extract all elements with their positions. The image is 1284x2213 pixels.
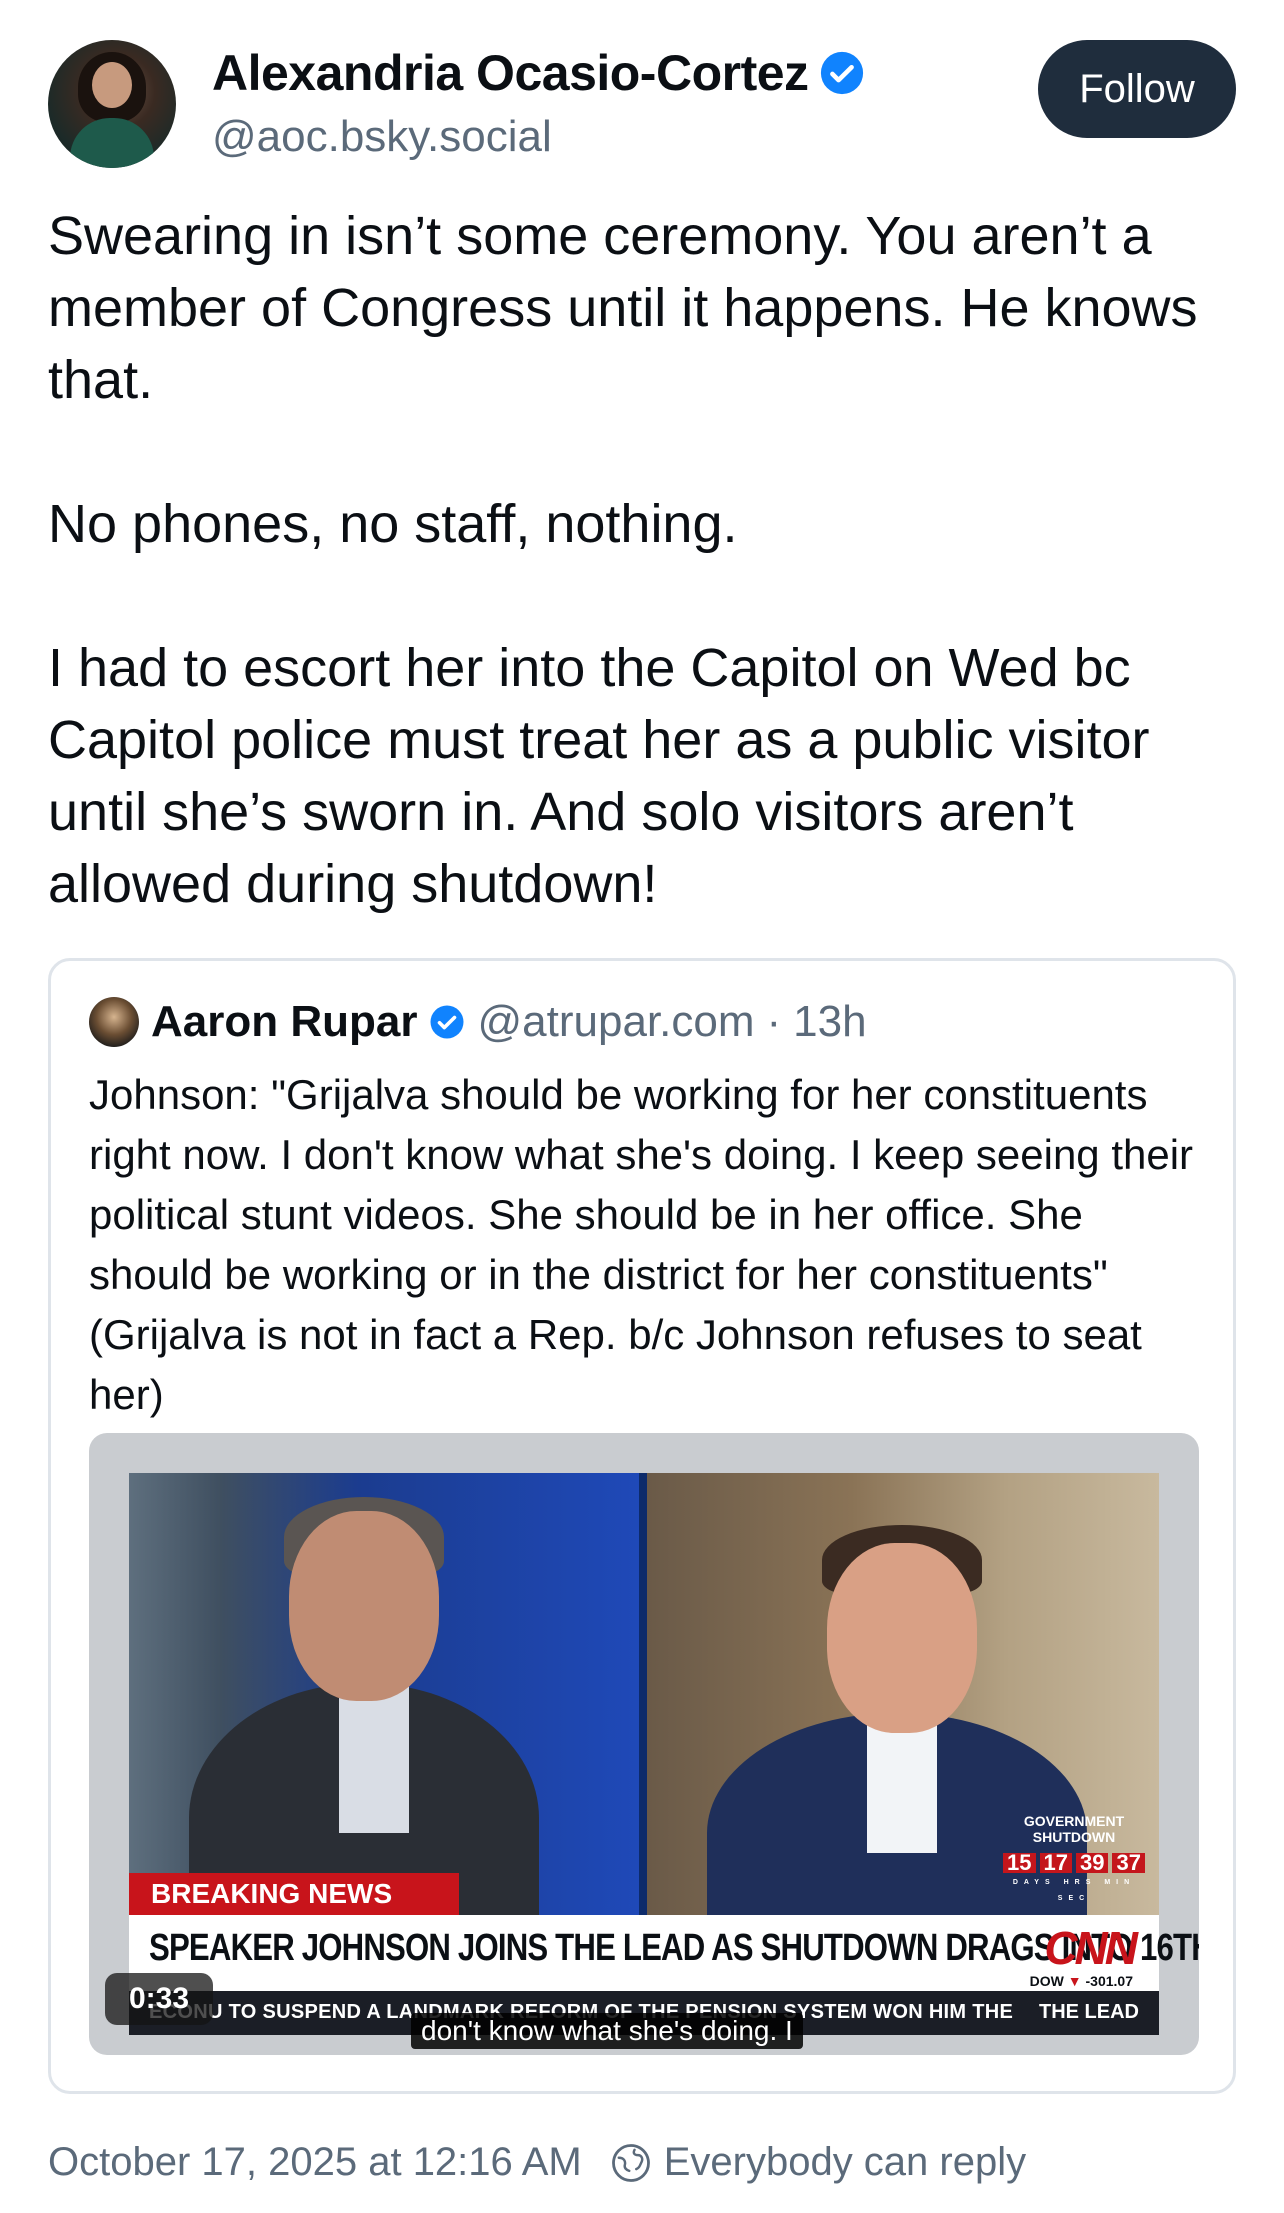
quoted-post[interactable]: Aaron Rupar @atrupar.com · 13h Johnson: … — [48, 958, 1236, 2094]
quote-header: Aaron Rupar @atrupar.com · 13h — [89, 997, 867, 1047]
verified-badge-icon — [430, 1005, 464, 1039]
dow-label: DOW — [1029, 1973, 1064, 1989]
reply-setting[interactable]: Everybody can reply — [664, 2140, 1026, 2185]
chyron-headline: SPEAKER JOHNSON JOINS THE LEAD AS SHUTDO… — [149, 1927, 1199, 1969]
quote-time: 13h — [793, 997, 867, 1046]
post-header: Alexandria Ocasio-Cortez @aoc.bsky.socia… — [48, 40, 1236, 170]
show-name: THE LEAD — [1039, 2001, 1139, 2023]
post-paragraph: I had to escort her into the Capitol on … — [48, 638, 1150, 914]
shutdown-counter: GOVERNMENT SHUTDOWN 15 17 39 37 DAYS HRS… — [1003, 1813, 1145, 1913]
post-paragraph: No phones, no staff, nothing. — [48, 494, 738, 554]
quote-author-name: Aaron Rupar — [151, 997, 418, 1046]
author-name[interactable]: Alexandria Ocasio-Cortez — [212, 44, 809, 102]
quote-separator: · — [766, 997, 782, 1046]
quote-author-avatar — [89, 997, 139, 1047]
chyron: SPEAKER JOHNSON JOINS THE LEAD AS SHUTDO… — [129, 1915, 1199, 1991]
breaking-news-banner: BREAKING NEWS — [129, 1873, 459, 1915]
dow-ticker: DOW ▼ -301.07 — [1030, 1973, 1133, 1989]
globe-icon — [611, 2143, 650, 2182]
video-caption: don't know what she's doing. I — [411, 2013, 803, 2049]
shutdown-days: 15 — [1003, 1852, 1036, 1874]
post-timestamp: October 17, 2025 at 12:16 AM — [48, 2140, 582, 2184]
shutdown-units: DAYS HRS MIN SEC — [1012, 1879, 1136, 1902]
quote-text: Johnson: "Grijalva should be working for… — [89, 1071, 1194, 1418]
post-paragraph: Swearing in isn’t some ceremony. You are… — [48, 206, 1198, 410]
post-body: Swearing in isn’t some ceremony. You are… — [48, 200, 1248, 920]
shutdown-minutes: 39 — [1076, 1852, 1109, 1874]
shutdown-hours: 17 — [1039, 1852, 1072, 1874]
shutdown-label-2: SHUTDOWN — [1032, 1829, 1116, 1845]
shutdown-seconds: 37 — [1112, 1852, 1145, 1874]
down-arrow-icon: ▼ — [1067, 1973, 1082, 1989]
video-duration[interactable]: 0:33 — [105, 1973, 213, 2025]
follow-button[interactable]: Follow — [1038, 40, 1236, 138]
author-handle[interactable]: @aoc.bsky.social — [212, 112, 552, 162]
dow-value: -301.07 — [1085, 1973, 1133, 1989]
author-avatar[interactable] — [48, 40, 176, 168]
verified-badge-icon — [820, 51, 863, 95]
quote-author-handle: @atrupar.com — [477, 997, 755, 1046]
author-name-row: Alexandria Ocasio-Cortez — [212, 44, 865, 102]
video-player[interactable]: GOVERNMENT SHUTDOWN 15 17 39 37 DAYS HRS… — [89, 1433, 1199, 2055]
cnn-logo: CNN — [1044, 1922, 1138, 1974]
post-footer: October 17, 2025 at 12:16 AM Everybody c… — [48, 2140, 1026, 2185]
shutdown-label-1: GOVERNMENT — [1023, 1813, 1125, 1829]
